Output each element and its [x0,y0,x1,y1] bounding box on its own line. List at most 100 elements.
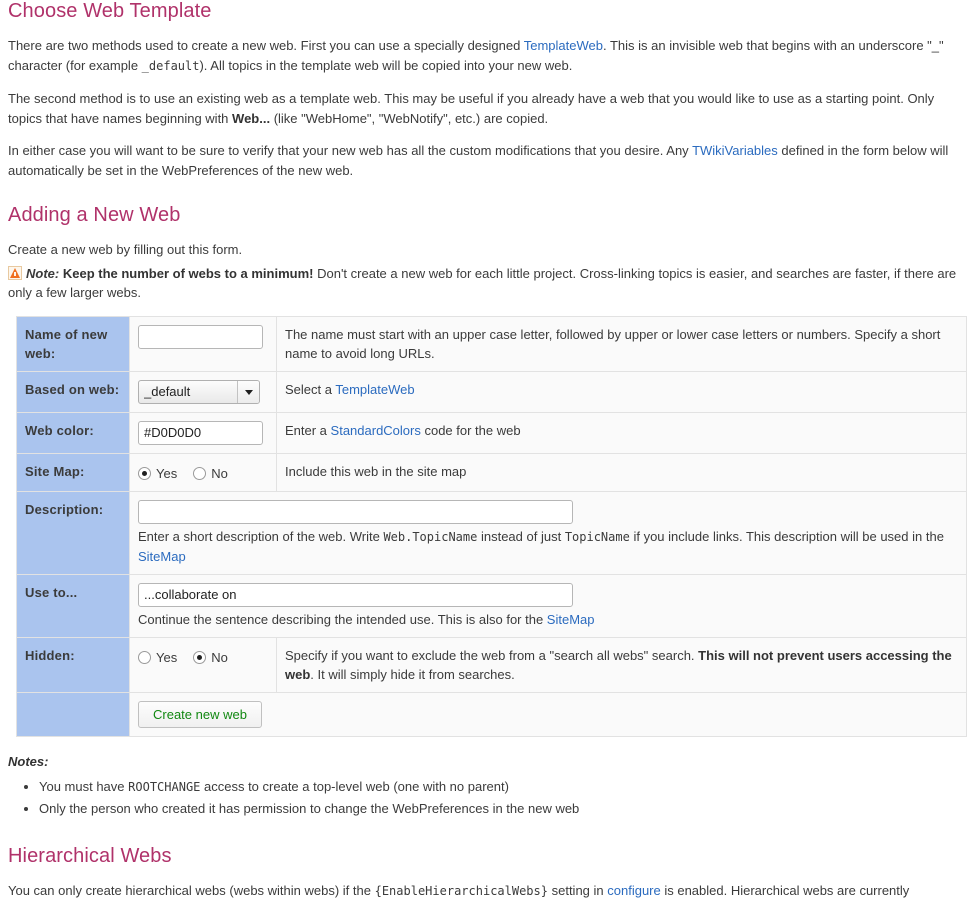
link-templateweb[interactable]: TemplateWeb [524,38,603,53]
based-on-web-select-wrapper: _default [138,379,260,404]
table-row-name-of-new-web: Name of new web: The name must start wit… [16,315,967,372]
text-fragment: In either case you will want to be sure … [8,143,693,158]
description-input[interactable] [138,499,573,524]
label-based-on-web: Based on web: [16,370,130,413]
radio-unselected-icon [138,650,151,664]
use-to-input[interactable] [138,582,573,607]
hint-hidden: Specify if you want to exclude the web f… [276,636,967,693]
code-default: _default [141,58,200,73]
radio-label: Yes [156,465,178,481]
page-title-hierarchical-webs: Hierarchical Webs [8,845,172,868]
link-configure[interactable]: configure [607,883,660,898]
radio-selected-icon [193,650,207,664]
label-hidden: Hidden: [16,636,130,693]
field-cell-use-to: Continue the sentence describing the int… [129,573,967,638]
hidden-radio-group: Yes No [138,646,270,667]
web-color-input[interactable] [138,420,263,445]
radio-label: No [211,465,228,481]
text-fragment: Enter a [285,422,331,438]
paragraph-second-method: The second method is to use an existing … [8,89,970,128]
radio-selected-icon [138,466,151,480]
link-standardcolors[interactable]: StandardColors [331,423,421,438]
link-twikivariables[interactable]: TWikiVariables [692,143,778,158]
radio-label: No [211,649,228,665]
list-item: Only the person who created it has permi… [39,799,970,819]
create-new-web-button[interactable]: Create new web [138,700,262,728]
label-description: Description: [16,490,130,575]
site-map-radio-group: Yes No [138,462,270,483]
label-web-color: Web color: [16,411,130,454]
code-rootchange: ROOTCHANGE [128,780,201,795]
code-topicname: TopicName [564,529,630,544]
text-fragment: Specify if you want to exclude the web f… [285,647,699,663]
page-title-adding-a-new-web: Adding a New Web [8,204,181,226]
text-fragment: Only the person who created it has permi… [39,801,580,817]
paragraph-hierarchical-webs: You can only create hierarchical webs (w… [8,881,970,902]
text-fragment: ). All topics in the template web will b… [199,57,573,73]
table-row-based-on-web: Based on web: _default Select a Template… [16,370,967,413]
text-fragment: . It will simply hide it from searches. [310,666,515,682]
text-fragment: Select a [285,381,336,397]
hidden-radio-no[interactable]: No [193,650,228,665]
label-site-map: Site Map: [16,452,130,492]
field-cell-submit: Create new web [129,691,967,737]
field-cell-site-map: Yes No [129,452,277,492]
table-row-submit: Create new web [16,691,967,737]
text-fragment: You must have [39,779,129,795]
name-of-new-web-input[interactable] [138,324,263,349]
site-map-radio-yes[interactable]: Yes [138,466,177,481]
field-cell-description: Enter a short description of the web. Wr… [129,490,967,575]
text-fragment: access to create a top-level web (one wi… [200,779,509,795]
code-web-topicname: Web.TopicName [383,529,478,544]
notes-heading: Notes: [8,753,49,769]
label-submit-spacer [16,691,130,737]
note-label: Note: [26,265,60,281]
text-fragment: There are two methods used to create a n… [8,38,524,53]
new-web-form-table: Name of new web: The name must start wit… [16,315,967,737]
link-templateweb-hint[interactable]: TemplateWeb [335,382,414,397]
hint-site-map: Include this web in the site map [276,452,967,492]
note-bold-text: Keep the number of webs to a minimum! [62,265,314,281]
text-fragment: Enter a short description of the web. Wr… [138,528,384,544]
radio-unselected-icon [193,466,207,480]
text-fragment: You can only create hierarchical webs (w… [8,883,375,899]
based-on-web-select[interactable]: _default [138,379,260,404]
text-fragment: setting in [547,883,608,899]
page-title-choose-web-template: Choose Web Template [8,0,212,22]
link-sitemap-use-to[interactable]: SiteMap [547,612,595,627]
table-row-description: Description: Enter a short description o… [16,490,967,575]
paragraph-template-methods: There are two methods used to create a n… [8,36,970,76]
table-row-site-map: Site Map: Yes No Include this web in the … [16,452,967,492]
warning-triangle-icon [8,265,22,280]
paragraph-create-instruction: Create a new web by filling out this for… [8,242,243,257]
hint-name-of-new-web: The name must start with an upper case l… [276,315,967,372]
list-item: You must have ROOTCHANGE access to creat… [39,777,970,797]
field-cell-web-color [129,411,277,454]
site-map-radio-no[interactable]: No [193,466,228,481]
note-minimum-webs: Note: Keep the number of webs to a minim… [8,264,970,302]
text-fragment: code for the web [420,422,521,438]
hint-based-on-web: Select a TemplateWeb [276,370,967,413]
label-name-of-new-web: Name of new web: [16,315,130,372]
hint-web-color: Enter a StandardColors code for the web [276,411,967,454]
paragraph-verify-modifications: In either case you will want to be sure … [8,141,970,180]
text-bold-web: Web... [232,110,271,126]
table-row-use-to: Use to... Continue the sentence describi… [16,573,967,638]
text-fragment: is enabled. Hierarchical webs are curren… [660,883,910,899]
page-root: Choose Web Template There are two method… [0,0,978,902]
field-cell-name-of-new-web [129,315,277,372]
text-fragment: (like "WebHome", "WebNotify", etc.) are … [270,110,549,126]
table-row-web-color: Web color: Enter a StandardColors code f… [16,411,967,454]
text-fragment: if you include links. This description w… [629,528,944,544]
field-cell-hidden: Yes No [129,636,277,693]
text-fragment: instead of just [477,528,565,544]
label-use-to: Use to... [16,573,130,638]
hint-description: Enter a short description of the web. Wr… [138,529,944,564]
link-sitemap-description[interactable]: SiteMap [138,549,186,564]
notes-list: You must have ROOTCHANGE access to creat… [8,777,970,819]
table-row-hidden: Hidden: Yes No Specify if you want to exc… [16,636,967,693]
hint-use-to: Continue the sentence describing the int… [138,612,595,627]
code-enablehierarchicalwebs: {EnableHierarchicalWebs} [374,884,548,899]
hidden-radio-yes[interactable]: Yes [138,650,177,665]
radio-label: Yes [156,649,178,665]
